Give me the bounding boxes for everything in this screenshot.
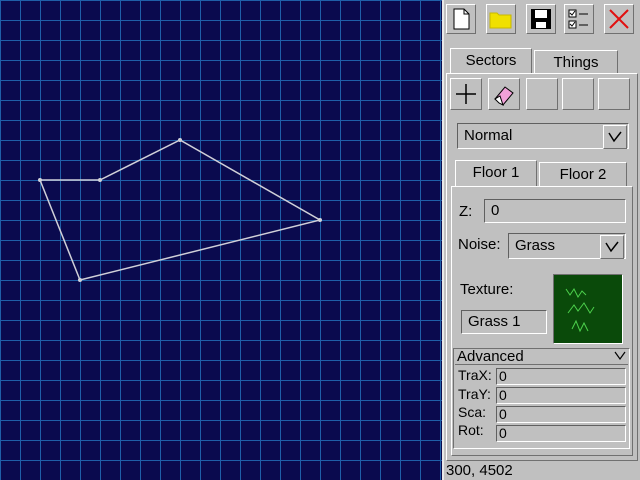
tab-floor-1[interactable]: Floor 1 [455,160,537,186]
chevron-down-icon[interactable] [603,125,627,149]
chevron-down-icon [614,351,626,361]
sector-outline[interactable] [38,139,322,281]
advanced-header[interactable]: Advanced [455,348,628,365]
tool-slot-4[interactable] [562,78,594,110]
trax-input[interactable]: 0 [496,368,626,385]
texture-name-field[interactable]: Grass 1 [461,310,547,334]
tool-slot-3[interactable] [526,78,558,110]
grass-texture-icon [565,288,595,333]
noise-select[interactable]: Grass [508,233,626,259]
sector-type-value: Normal [464,127,513,144]
erase-button[interactable] [488,78,520,110]
chevron-down-icon[interactable] [600,235,624,259]
sector-drawing[interactable] [0,0,442,480]
z-label: Z: [459,203,473,220]
scale-label: Sca: [458,404,487,420]
new-file-icon [453,8,470,30]
sector-vertex[interactable] [38,178,42,182]
z-input[interactable]: 0 [484,199,626,223]
sector-vertex[interactable] [78,278,82,282]
tool-slot-5[interactable] [598,78,630,110]
close-button[interactable] [604,4,634,34]
sector-vertex[interactable] [318,218,322,222]
rotation-label: Rot: [458,422,484,438]
trax-label: TraX: [458,367,492,383]
eraser-icon [494,86,514,106]
open-button[interactable] [486,4,516,34]
map-canvas[interactable] [0,0,442,480]
sector-vertex[interactable] [178,138,182,142]
scale-input[interactable]: 0 [496,406,626,423]
new-file-button[interactable] [446,4,476,34]
side-panel: Sectors Things Normal Floor 1 Floor 2 Z:… [444,0,640,480]
noise-label: Noise: [458,236,501,253]
add-sector-button[interactable] [450,78,482,110]
noise-value: Grass [515,237,556,254]
save-disk-icon [531,9,551,29]
tray-input[interactable]: 0 [496,387,626,404]
plus-icon [456,84,476,104]
save-button[interactable] [526,4,556,34]
advanced-title: Advanced [457,348,524,365]
options-button[interactable] [564,4,594,34]
open-folder-icon [489,12,512,29]
rotation-input[interactable]: 0 [496,425,626,442]
texture-preview[interactable] [553,274,623,344]
checklist-icon [568,9,588,29]
texture-label: Texture: [460,281,514,298]
tray-label: TraY: [458,386,491,402]
tab-sectors[interactable]: Sectors [450,48,532,74]
sector-type-select[interactable]: Normal [457,123,629,149]
sector-vertex[interactable] [98,178,102,182]
close-x-icon [609,9,629,29]
cursor-coordinates: 300, 4502 [446,462,513,479]
tab-things[interactable]: Things [534,50,618,74]
tab-floor-2[interactable]: Floor 2 [539,162,627,186]
